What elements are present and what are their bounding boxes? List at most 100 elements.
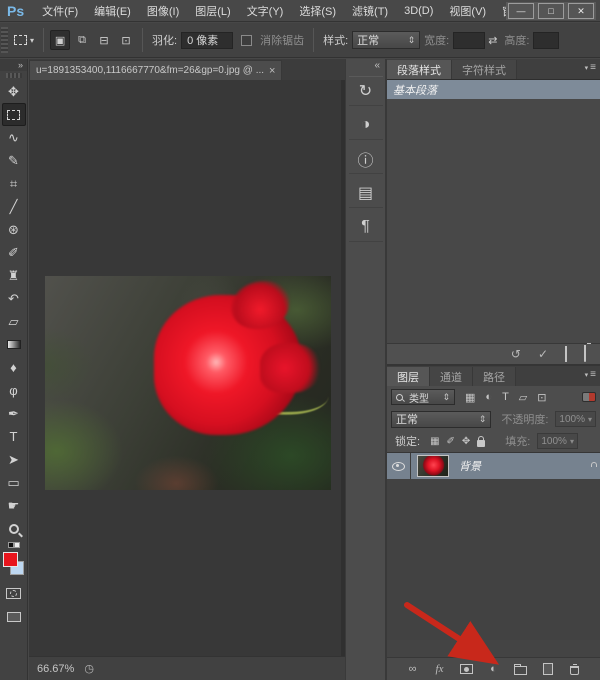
paragraph-styles-panel-icon[interactable]: ¶ bbox=[349, 212, 383, 242]
tab-paragraph-styles[interactable]: 段落样式 bbox=[387, 60, 452, 79]
layer-filtering-toggle[interactable] bbox=[582, 392, 596, 402]
filter-pixel-layers-icon[interactable]: ▦ bbox=[465, 391, 475, 404]
hand-tool[interactable]: ☛ bbox=[2, 494, 26, 517]
menu-select[interactable]: 选择(S) bbox=[291, 3, 344, 19]
new-layer-button[interactable] bbox=[541, 663, 555, 675]
tab-layers[interactable]: 图层 bbox=[387, 367, 430, 386]
lock-pixels-icon[interactable]: ✐ bbox=[447, 436, 455, 447]
quick-mask-button[interactable] bbox=[2, 582, 26, 605]
menu-layer[interactable]: 图层(L) bbox=[187, 3, 238, 19]
canvas-area[interactable] bbox=[29, 80, 345, 656]
maximize-button[interactable]: □ bbox=[538, 3, 564, 19]
tab-close-icon[interactable]: × bbox=[269, 65, 275, 77]
width-input[interactable] bbox=[453, 32, 485, 49]
filter-kind-dropdown[interactable]: 类型 ⇕ bbox=[391, 389, 455, 405]
info-panel-icon[interactable]: ⓘ bbox=[349, 144, 383, 174]
dodge-tool[interactable]: φ bbox=[2, 379, 26, 402]
new-selection-button[interactable]: ▣ bbox=[50, 30, 70, 50]
shape-tool[interactable]: ▭ bbox=[2, 471, 26, 494]
clear-override-button[interactable]: ↺ bbox=[511, 348, 521, 360]
zoom-tool[interactable] bbox=[2, 517, 26, 540]
filter-adjustment-layers-icon[interactable]: ◐ bbox=[485, 391, 492, 404]
pen-tool[interactable]: ✒ bbox=[2, 402, 26, 425]
delete-layer-button[interactable] bbox=[568, 664, 582, 675]
link-layers-button[interactable]: ∞ bbox=[406, 663, 420, 675]
menu-edit[interactable]: 编辑(E) bbox=[86, 3, 139, 19]
add-layer-mask-button[interactable] bbox=[460, 664, 474, 674]
menu-image[interactable]: 图像(I) bbox=[139, 3, 187, 19]
close-button[interactable]: ✕ bbox=[568, 3, 594, 19]
document-tab[interactable]: u=1891353400,1116667770&fm=26&gp=0.jpg @… bbox=[29, 60, 282, 80]
clone-stamp-tool[interactable]: ♜ bbox=[2, 264, 26, 287]
default-colors-icon[interactable] bbox=[8, 542, 20, 548]
layer-style-button[interactable]: fx bbox=[433, 663, 447, 675]
path-selection-tool[interactable]: ➤ bbox=[2, 448, 26, 471]
options-bar-grip[interactable] bbox=[1, 27, 8, 53]
lock-all-icon[interactable] bbox=[477, 440, 485, 447]
rectangular-marquee-tool[interactable] bbox=[2, 103, 26, 126]
table-row[interactable]: 背景 bbox=[387, 453, 600, 479]
status-bar: 66.67% ◷ bbox=[29, 656, 345, 680]
intersect-selection-button[interactable]: ⊡ bbox=[116, 30, 136, 50]
history-brush-tool[interactable]: ↶ bbox=[2, 287, 26, 310]
swap-dimensions-icon[interactable]: ⇄ bbox=[488, 34, 497, 47]
delete-style-button[interactable] bbox=[584, 348, 586, 360]
adjustments-panel-icon[interactable]: ◑ bbox=[349, 110, 383, 140]
rose-photo[interactable] bbox=[45, 276, 331, 490]
eraser-tool[interactable]: ▱ bbox=[2, 310, 26, 333]
panel-menu-icon[interactable]: ≡ bbox=[585, 369, 596, 380]
menu-filter[interactable]: 滤镜(T) bbox=[344, 3, 396, 19]
crop-tool[interactable]: ⌗ bbox=[2, 172, 26, 195]
lock-position-icon[interactable]: ✥ bbox=[462, 436, 470, 447]
swatches-panel-icon[interactable]: ▤ bbox=[349, 178, 383, 208]
list-item[interactable]: 基本段落 bbox=[387, 80, 600, 99]
filter-shape-layers-icon[interactable]: ▱ bbox=[519, 391, 527, 404]
menu-file[interactable]: 文件(F) bbox=[34, 3, 86, 19]
redefine-style-button[interactable]: ✓ bbox=[538, 348, 548, 360]
move-tool[interactable]: ✥ bbox=[2, 80, 26, 103]
add-to-selection-button[interactable]: ⧉ bbox=[72, 30, 92, 50]
menu-view[interactable]: 视图(V) bbox=[441, 3, 494, 19]
new-adjustment-layer-button[interactable]: ◐ bbox=[487, 663, 501, 675]
visibility-cell[interactable] bbox=[387, 453, 411, 479]
lock-transparency-icon[interactable]: ▦ bbox=[430, 436, 439, 447]
height-input[interactable] bbox=[533, 32, 559, 49]
gradient-tool[interactable] bbox=[2, 333, 26, 356]
eyedropper-tool[interactable]: ╱ bbox=[2, 195, 26, 218]
brush-tool[interactable]: ✐ bbox=[2, 241, 26, 264]
type-tool[interactable]: T bbox=[2, 425, 26, 448]
feather-input[interactable]: 0 像素 bbox=[181, 32, 233, 49]
screen-mode-button[interactable] bbox=[2, 605, 26, 628]
lasso-tool[interactable]: ∿ bbox=[2, 126, 26, 149]
filter-smart-objects-icon[interactable]: ⊡ bbox=[537, 391, 546, 404]
history-panel-icon[interactable]: ↻ bbox=[349, 76, 383, 106]
panel-menu-icon[interactable]: ≡ bbox=[585, 62, 596, 73]
spot-healing-brush-tool[interactable]: ⊛ bbox=[2, 218, 26, 241]
minimize-button[interactable]: — bbox=[508, 3, 534, 19]
blur-tool[interactable]: ♦ bbox=[2, 356, 26, 379]
quick-selection-tool[interactable]: ✎ bbox=[2, 149, 26, 172]
collapse-toolbar-button[interactable]: » bbox=[0, 59, 27, 71]
tab-character-styles[interactable]: 字符样式 bbox=[452, 60, 517, 79]
status-info-icon[interactable]: ◷ bbox=[84, 662, 94, 675]
tab-channels[interactable]: 通道 bbox=[430, 367, 473, 386]
opacity-field[interactable]: 100% ▾ bbox=[555, 411, 596, 427]
subtract-from-selection-button[interactable]: ⊟ bbox=[94, 30, 114, 50]
new-group-button[interactable] bbox=[514, 663, 528, 675]
antialias-checkbox[interactable] bbox=[241, 35, 252, 46]
blend-mode-dropdown[interactable]: 正常 ⇕ bbox=[391, 411, 491, 428]
filter-type-layers-icon[interactable]: T bbox=[502, 391, 509, 404]
tool-preset-picker[interactable]: ▾ bbox=[10, 35, 38, 45]
menu-3d[interactable]: 3D(D) bbox=[396, 5, 441, 17]
toolbar-grip[interactable] bbox=[6, 73, 22, 78]
fill-field[interactable]: 100% ▾ bbox=[537, 433, 578, 449]
zoom-level[interactable]: 66.67% bbox=[37, 663, 74, 675]
menu-type[interactable]: 文字(Y) bbox=[239, 3, 292, 19]
style-dropdown[interactable]: 正常 ⇕ bbox=[352, 31, 420, 49]
new-style-button[interactable] bbox=[565, 348, 567, 360]
tab-paths[interactable]: 路径 bbox=[473, 367, 516, 386]
layer-name[interactable]: 背景 bbox=[459, 458, 481, 474]
foreground-color-swatch[interactable] bbox=[3, 552, 18, 567]
expand-dock-button[interactable]: « bbox=[346, 59, 385, 72]
layer-thumbnail[interactable] bbox=[417, 455, 449, 477]
